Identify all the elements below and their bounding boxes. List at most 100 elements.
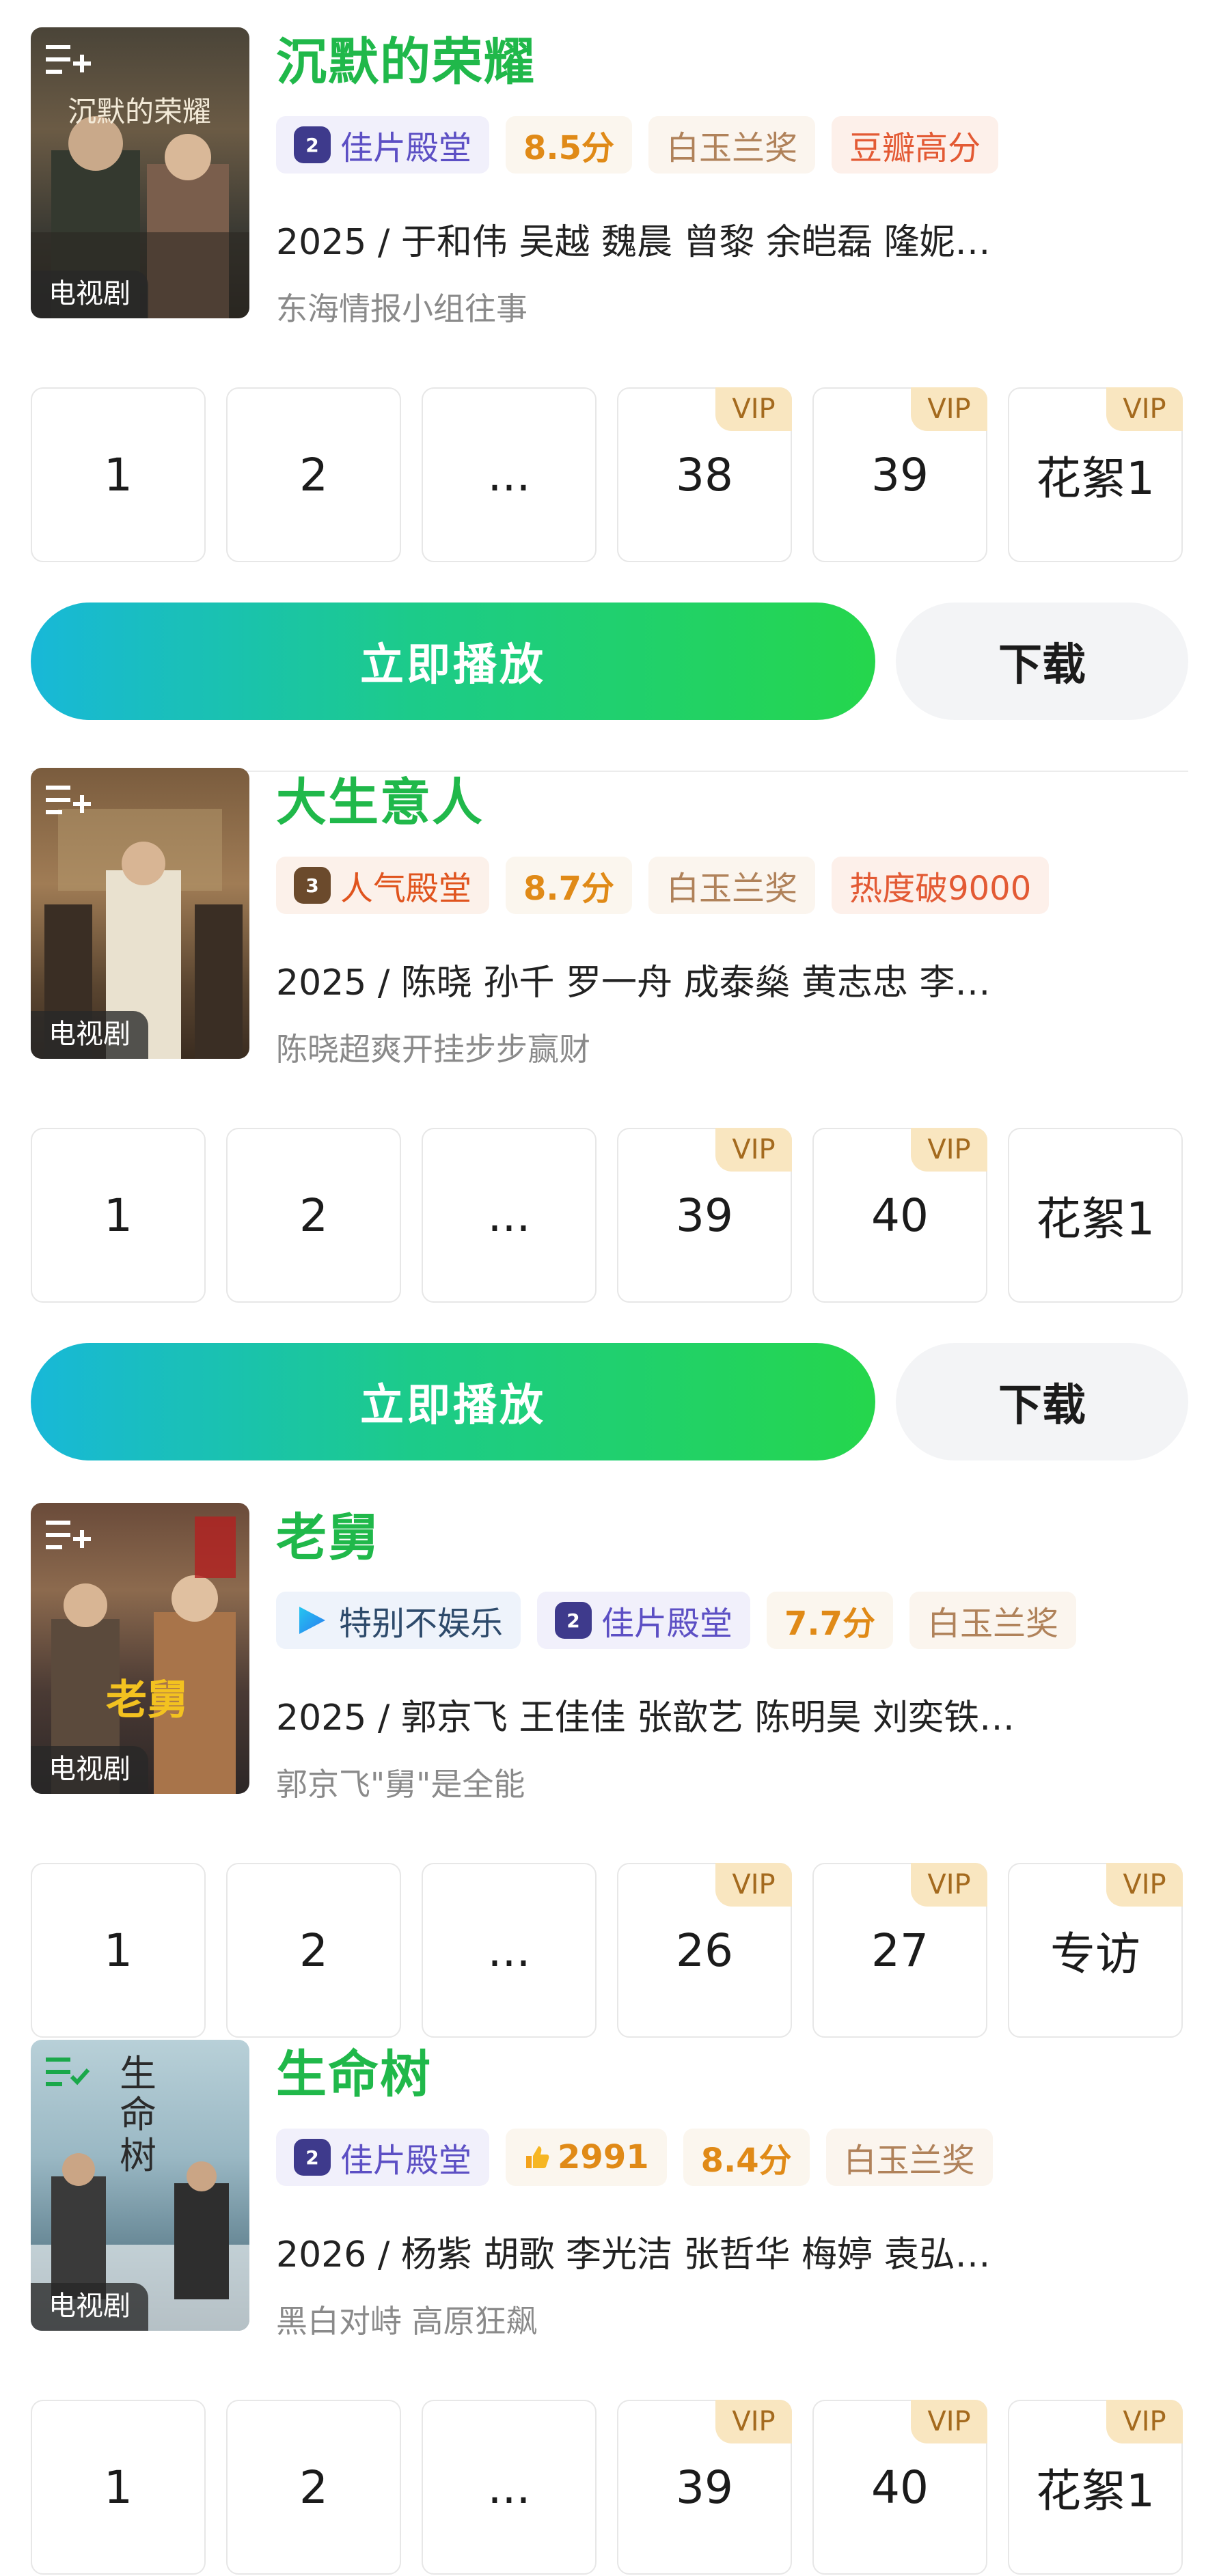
episode-button[interactable]: VIP 26 [617, 1863, 792, 2038]
episode-button[interactable]: 1 [31, 1128, 206, 1303]
episode-label: 花絮1 [1036, 1193, 1155, 1245]
extras-button[interactable]: VIP 花絮1 [1008, 387, 1183, 562]
vip-badge: VIP [911, 1128, 987, 1172]
episode-button[interactable]: VIP 40 [812, 2400, 987, 2575]
poster-title-text: 老舅 [106, 1676, 188, 1724]
show-title[interactable]: 生命树 [276, 2044, 432, 2105]
episode-button[interactable]: 1 [31, 1863, 206, 2038]
badge-label: 佳片殿堂 [601, 1605, 733, 1643]
hall-badge: 3 人气殿堂 [276, 857, 490, 914]
episode-button[interactable]: 1 [31, 387, 206, 562]
interview-button[interactable]: VIP 专访 [1008, 1863, 1183, 2038]
episode-button[interactable]: 2 [226, 1863, 401, 2038]
badge-label: 2991 [558, 2138, 649, 2176]
poster-image[interactable]: 沉默的荣耀 电视剧 [31, 27, 249, 318]
rank-2-icon: 2 [555, 1602, 592, 1639]
badge-row: 特别不娱乐 2 佳片殿堂 7.7分 白玉兰奖 [276, 1590, 1077, 1650]
show-title[interactable]: 大生意人 [276, 772, 484, 833]
type-tag: 电视剧 [31, 1011, 148, 1059]
badge-label: 佳片殿堂 [340, 129, 472, 167]
badge-label: 佳片殿堂 [340, 2142, 472, 2180]
thumb-up-icon [526, 2146, 549, 2168]
episode-button[interactable]: 1 [31, 2400, 206, 2575]
episode-button[interactable]: VIP 39 [617, 2400, 792, 2575]
add-to-list-icon[interactable] [46, 2053, 91, 2094]
rank-2-icon: 2 [294, 126, 331, 163]
rank-2-icon: 2 [294, 2139, 331, 2176]
vip-badge: VIP [715, 1128, 792, 1172]
vip-badge: VIP [715, 387, 792, 431]
episode-button[interactable]: 2 [226, 2400, 401, 2575]
description: 郭京飞"舅"是全能 [276, 1766, 525, 1803]
award-badge: 白玉兰奖 [648, 857, 816, 914]
year-cast-line: 2025 / 于和伟 吴越 魏晨 曾黎 余皑磊 隆妮… [276, 222, 991, 263]
likes-badge: 2991 [506, 2129, 667, 2186]
play-now-button[interactable]: 立即播放 [31, 603, 875, 720]
description: 东海情报小组往事 [276, 290, 528, 327]
year-cast-line: 2025 / 郭京飞 王佳佳 张歆艺 陈明昊 刘奕铁… [276, 1698, 1015, 1739]
episode-button[interactable]: VIP 39 [617, 1128, 792, 1303]
poster-title-text: 生命树 [120, 2052, 156, 2177]
episode-more-button[interactable]: ... [422, 1128, 597, 1303]
episode-label: 花絮1 [1036, 452, 1155, 505]
award-badge: 白玉兰奖 [825, 2129, 993, 2186]
episode-label: 专访 [1050, 1928, 1140, 1980]
episode-label: 2 [299, 2461, 328, 2514]
episode-button[interactable]: VIP 38 [617, 387, 792, 562]
episode-list: 1 2 ... VIP 39 VIP 40 VIP 花絮1 [31, 2400, 1188, 2576]
hall-badge: 2 佳片殿堂 [276, 2129, 490, 2186]
show-title[interactable]: 沉默的荣耀 [276, 31, 536, 93]
type-tag: 电视剧 [31, 1746, 148, 1794]
show-title[interactable]: 老舅 [276, 1507, 380, 1568]
episode-label: 1 [104, 1189, 133, 1242]
award-badge: 白玉兰奖 [909, 1592, 1077, 1649]
badge-row: 2 佳片殿堂 8.5分 白玉兰奖 豆瓣高分 [276, 115, 999, 175]
episode-button[interactable]: 2 [226, 1128, 401, 1303]
episode-label: 2 [299, 1924, 328, 1977]
episode-more-button[interactable]: ... [422, 387, 597, 562]
vip-badge: VIP [1106, 2400, 1183, 2443]
episode-label: 39 [871, 448, 929, 501]
score-badge: 7.7分 [767, 1592, 894, 1649]
hall-badge: 2 佳片殿堂 [537, 1592, 751, 1649]
add-to-list-icon[interactable] [46, 1516, 91, 1557]
award-badge: 白玉兰奖 [648, 116, 816, 174]
episode-more-button[interactable]: ... [422, 2400, 597, 2575]
episode-label: ... [487, 1189, 531, 1242]
poster-image[interactable]: 老舅 电视剧 [31, 1503, 249, 1794]
episode-label: 38 [676, 448, 733, 501]
poster-image[interactable]: 电视剧 [31, 768, 249, 1059]
badge-label: 人气殿堂 [340, 870, 472, 908]
download-button[interactable]: 下载 [896, 603, 1188, 720]
vip-badge: VIP [715, 2400, 792, 2443]
extras-button[interactable]: 花絮1 [1008, 1128, 1183, 1303]
episode-label: 2 [299, 1189, 328, 1242]
type-tag: 电视剧 [31, 2283, 148, 2331]
episode-label: 花絮1 [1036, 2465, 1155, 2517]
heat-badge: 热度破9000 [832, 857, 1050, 914]
douban-badge: 豆瓣高分 [832, 116, 999, 174]
search-results-page: 沉默的荣耀 电视剧 沉默的荣耀 2 佳片殿堂 8.5分 白玉兰奖 豆瓣高分 20… [0, 0, 1219, 2575]
vip-badge: VIP [715, 1863, 792, 1907]
year-cast-line: 2026 / 杨紫 胡歌 李光洁 张哲华 梅婷 袁弘… [276, 2234, 991, 2275]
episode-label: 2 [299, 448, 328, 501]
extras-button[interactable]: VIP 花絮1 [1008, 2400, 1183, 2575]
episode-list: 1 2 ... VIP 38 VIP 39 VIP 花絮1 [31, 387, 1188, 564]
episode-more-button[interactable]: ... [422, 1863, 597, 2038]
action-row: 立即播放 下载 [31, 1343, 1188, 1460]
score-badge: 8.4分 [683, 2129, 810, 2186]
download-button[interactable]: 下载 [896, 1343, 1188, 1460]
rank-3-icon: 3 [294, 867, 331, 904]
poster-image[interactable]: 生命树 电视剧 [31, 2040, 249, 2331]
type-tag: 电视剧 [31, 271, 148, 318]
add-to-list-icon[interactable] [46, 41, 91, 82]
score-badge: 8.5分 [506, 116, 633, 174]
episode-button[interactable]: VIP 39 [812, 387, 987, 562]
episode-button[interactable]: VIP 27 [812, 1863, 987, 2038]
episode-label: 40 [871, 2461, 929, 2514]
episode-button[interactable]: VIP 40 [812, 1128, 987, 1303]
episode-button[interactable]: 2 [226, 387, 401, 562]
play-now-button[interactable]: 立即播放 [31, 1343, 875, 1460]
add-to-list-icon[interactable] [46, 781, 91, 822]
badge-row: 2 佳片殿堂 2991 8.4分 白玉兰奖 [276, 2127, 993, 2187]
